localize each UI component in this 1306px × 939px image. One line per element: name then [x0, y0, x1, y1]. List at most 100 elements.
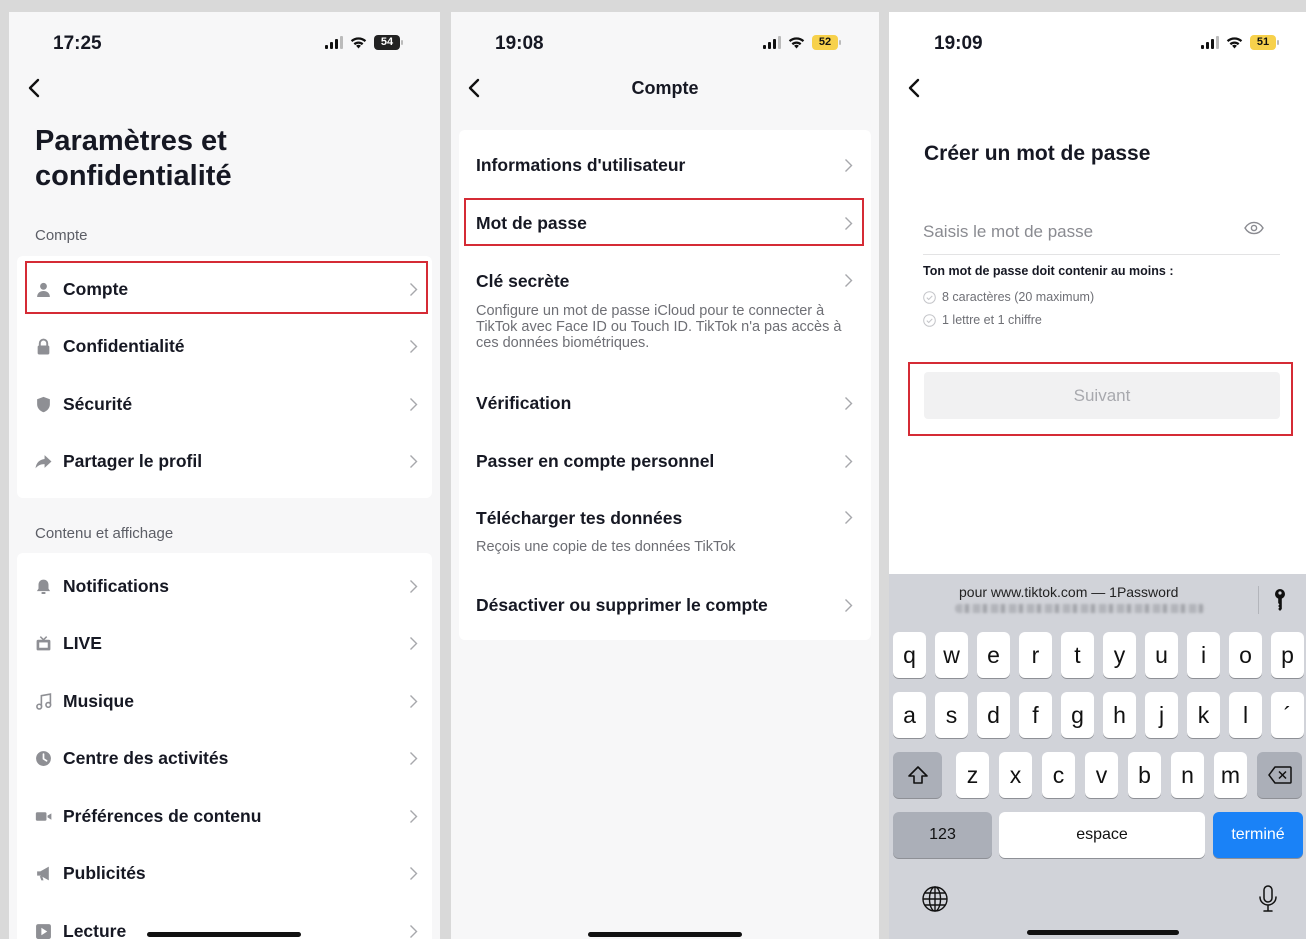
key[interactable]: v: [1085, 752, 1118, 798]
chevron-left-icon: [28, 78, 40, 98]
key[interactable]: g: [1061, 692, 1094, 738]
video-camera-icon: [35, 808, 52, 825]
chevron-right-icon: [409, 454, 418, 469]
content-settings-card: Notifications LIVE Musique Centre des ac…: [17, 553, 432, 939]
globe-icon[interactable]: [920, 884, 950, 914]
autofill-suggestion[interactable]: pour www.tiktok.com — 1Password: [959, 584, 1178, 600]
lock-icon: [35, 338, 52, 355]
shield-icon: [35, 396, 52, 413]
battery-icon: 52: [812, 34, 841, 50]
account-item-label: Mot de passe: [476, 213, 587, 233]
key[interactable]: j: [1145, 692, 1178, 738]
autofill-divider: [1258, 586, 1259, 614]
page-title: Paramètres et confidentialité: [35, 125, 232, 192]
key[interactable]: w: [935, 632, 968, 678]
account-item-password[interactable]: Mot de passe: [459, 198, 871, 248]
key[interactable]: i: [1187, 632, 1220, 678]
settings-item-label: Préférences de contenu: [63, 806, 262, 826]
key[interactable]: p: [1271, 632, 1304, 678]
account-item-label: Informations d'utilisateur: [476, 155, 686, 175]
chevron-right-icon: [409, 579, 418, 594]
backspace-key[interactable]: [1257, 752, 1302, 798]
settings-item-label: Sécurité: [63, 394, 133, 414]
account-item-download-data[interactable]: Télécharger tes données Reçois une copie…: [459, 494, 871, 562]
back-button[interactable]: [23, 76, 47, 100]
chevron-right-icon: [844, 158, 853, 173]
account-item-user-info[interactable]: Informations d'utilisateur: [459, 130, 871, 198]
chevron-right-icon: [844, 598, 853, 613]
key[interactable]: h: [1103, 692, 1136, 738]
key[interactable]: s: [935, 692, 968, 738]
key[interactable]: ´: [1271, 692, 1304, 738]
megaphone-icon: [35, 865, 52, 882]
key[interactable]: c: [1042, 752, 1075, 798]
account-item-label: Vérification: [476, 393, 572, 413]
settings-item-content-preferences[interactable]: Préférences de contenu: [17, 788, 432, 845]
settings-item-label: Partager le profil: [63, 451, 203, 471]
key[interactable]: e: [977, 632, 1010, 678]
space-key[interactable]: espace: [999, 812, 1205, 858]
wifi-icon: [1226, 36, 1243, 48]
chevron-right-icon: [409, 694, 418, 709]
key[interactable]: y: [1103, 632, 1136, 678]
password-input[interactable]: [923, 210, 1280, 255]
next-button[interactable]: Suivant: [924, 372, 1280, 419]
key[interactable]: o: [1229, 632, 1262, 678]
shift-key[interactable]: [893, 752, 942, 798]
numbers-key[interactable]: 123: [893, 812, 992, 858]
chevron-right-icon: [844, 510, 853, 525]
microphone-icon[interactable]: [1253, 884, 1283, 914]
settings-item-music[interactable]: Musique: [17, 673, 432, 730]
account-item-deactivate-delete[interactable]: Désactiver ou supprimer le compte: [459, 580, 871, 630]
settings-item-ads[interactable]: Publicités: [17, 845, 432, 902]
requirement-label: 8 caractères (20 maximum): [942, 290, 1095, 304]
key[interactable]: l: [1229, 692, 1262, 738]
share-icon: [35, 453, 52, 470]
account-item-label: Désactiver ou supprimer le compte: [476, 595, 768, 615]
account-options-card: Informations d'utilisateur Mot de passe …: [459, 130, 871, 640]
done-key[interactable]: terminé: [1213, 812, 1303, 858]
account-item-verification[interactable]: Vérification: [459, 378, 871, 428]
key[interactable]: k: [1187, 692, 1220, 738]
key[interactable]: f: [1019, 692, 1052, 738]
settings-item-activity-center[interactable]: Centre des activités: [17, 730, 432, 787]
requirement-label: 1 lettre et 1 chiffre: [942, 313, 1042, 327]
key[interactable]: z: [956, 752, 989, 798]
back-button[interactable]: [903, 76, 927, 100]
account-item-switch-personal[interactable]: Passer en compte personnel: [459, 436, 871, 486]
key-icon[interactable]: [1272, 588, 1288, 612]
key[interactable]: t: [1061, 632, 1094, 678]
settings-item-share-profile[interactable]: Partager le profil: [17, 433, 432, 490]
settings-item-label: Centre des activités: [63, 748, 229, 768]
key[interactable]: a: [893, 692, 926, 738]
wifi-icon: [788, 36, 805, 48]
key[interactable]: b: [1128, 752, 1161, 798]
settings-item-security[interactable]: Sécurité: [17, 376, 432, 433]
settings-item-privacy[interactable]: Confidentialité: [17, 318, 432, 375]
eye-icon[interactable]: [1244, 221, 1264, 235]
account-item-passkey[interactable]: Clé secrète Configure un mot de passe iC…: [459, 260, 871, 360]
requirement-item: 8 caractères (20 maximum): [923, 290, 1094, 304]
battery-icon: 54: [374, 34, 403, 50]
wifi-icon: [350, 36, 367, 48]
key[interactable]: n: [1171, 752, 1204, 798]
key[interactable]: d: [977, 692, 1010, 738]
account-item-label: Clé secrète: [476, 271, 570, 291]
status-bar: 19:08 52: [451, 12, 879, 70]
chevron-left-icon: [908, 78, 920, 98]
account-item-label: Télécharger tes données: [476, 508, 683, 528]
key[interactable]: q: [893, 632, 926, 678]
key[interactable]: u: [1145, 632, 1178, 678]
autofill-bar[interactable]: pour www.tiktok.com — 1Password: [889, 574, 1306, 626]
status-time: 19:09: [934, 33, 983, 54]
settings-item-live[interactable]: LIVE: [17, 615, 432, 672]
settings-item-notifications[interactable]: Notifications: [17, 558, 432, 615]
key[interactable]: r: [1019, 632, 1052, 678]
status-time: 17:25: [53, 33, 102, 54]
status-icons: 54: [325, 34, 403, 50]
chevron-right-icon: [844, 454, 853, 469]
signal-icon: [325, 35, 343, 49]
key[interactable]: x: [999, 752, 1032, 798]
settings-item-account[interactable]: Compte: [17, 261, 432, 318]
key[interactable]: m: [1214, 752, 1247, 798]
